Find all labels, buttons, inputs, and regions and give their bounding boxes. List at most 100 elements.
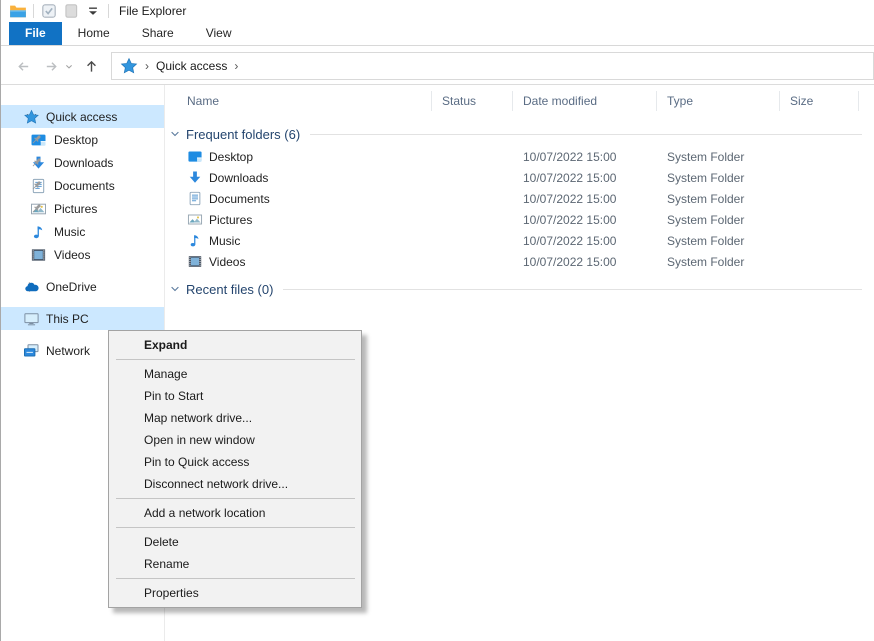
file-type: System Folder <box>657 150 780 164</box>
file-type: System Folder <box>657 234 780 248</box>
new-folder-qat-icon[interactable] <box>62 3 80 19</box>
titlebar: File Explorer <box>1 0 874 22</box>
sidebar-item-documents[interactable]: Documents <box>1 174 164 197</box>
file-row-music[interactable]: Music 10/07/2022 15:00System Folder <box>166 230 874 251</box>
properties-qat-icon[interactable] <box>40 3 58 19</box>
sidebar-item-desktop[interactable]: Desktop <box>1 128 164 151</box>
documents-icon <box>186 191 203 207</box>
file-name-cell: Documents <box>166 191 432 207</box>
file-name-cell: Music <box>166 233 432 249</box>
sidebar-item-label: Downloads <box>54 156 113 170</box>
file-name: Documents <box>209 192 270 206</box>
menu-item-manage[interactable]: Manage <box>109 363 361 385</box>
pictures-icon <box>186 212 203 228</box>
column-header-status[interactable]: Status <box>432 91 513 111</box>
tab-view[interactable]: View <box>190 22 248 45</box>
file-row-downloads[interactable]: Downloads10/07/2022 15:00System Folder <box>166 167 874 188</box>
column-headers: NameStatusDate modifiedTypeSize <box>166 85 874 117</box>
file-name: Desktop <box>209 150 253 164</box>
file-name-cell: Pictures <box>166 212 432 228</box>
pin-icon <box>30 179 43 192</box>
menu-separator <box>116 359 355 360</box>
quick-access-star-icon <box>23 109 40 125</box>
sidebar-item-this-pc[interactable]: This PC <box>1 307 164 330</box>
sidebar-item-label: This PC <box>46 312 89 326</box>
qat-customize-caret-icon[interactable] <box>84 3 102 19</box>
sidebar-item-label: Videos <box>54 248 90 262</box>
group-chevron-icon[interactable] <box>168 127 182 141</box>
file-row-documents[interactable]: Documents10/07/2022 15:00System Folder <box>166 188 874 209</box>
menu-item-delete[interactable]: Delete <box>109 531 361 553</box>
column-header-type[interactable]: Type <box>657 91 780 111</box>
file-row-desktop[interactable]: Desktop10/07/2022 15:00System Folder <box>166 146 874 167</box>
sidebar-item-onedrive[interactable]: OneDrive <box>1 275 164 298</box>
titlebar-separator <box>108 4 109 18</box>
breadcrumb-chevron-icon[interactable]: › <box>234 59 238 73</box>
videos-icon <box>186 254 203 270</box>
menu-item-expand[interactable]: Expand <box>109 334 361 356</box>
column-header-size[interactable]: Size <box>780 91 859 111</box>
group-title[interactable]: Recent files (0) <box>186 282 273 297</box>
dropdown-caret-icon[interactable] <box>63 56 75 76</box>
menu-item-open-in-new-window[interactable]: Open in new window <box>109 429 361 451</box>
sidebar-item-label: Quick access <box>46 110 117 124</box>
forward-arrow-icon[interactable] <box>41 56 61 76</box>
file-type: System Folder <box>657 213 780 227</box>
file-name-cell: Videos <box>166 254 432 270</box>
file-list: Frequent folders (6)Desktop10/07/2022 15… <box>166 124 874 299</box>
quick-access-star-icon <box>120 58 138 74</box>
sidebar-item-label: OneDrive <box>46 280 97 294</box>
menu-item-add-a-network-location[interactable]: Add a network location <box>109 502 361 524</box>
pin-icon <box>30 202 43 215</box>
menu-item-pin-to-start[interactable]: Pin to Start <box>109 385 361 407</box>
sidebar-item-label: Desktop <box>54 133 98 147</box>
network-icon <box>23 343 40 359</box>
group-chevron-icon[interactable] <box>168 282 182 296</box>
pin-icon <box>30 133 43 146</box>
menu-item-properties[interactable]: Properties <box>109 582 361 604</box>
file-date-modified: 10/07/2022 15:00 <box>513 192 657 206</box>
file-name: Music <box>209 234 240 248</box>
sidebar-item-downloads[interactable]: Downloads <box>1 151 164 174</box>
tab-home[interactable]: Home <box>62 22 126 45</box>
group-header-frequent-folders-6: Frequent folders (6) <box>168 124 862 144</box>
menu-item-disconnect-network-drive[interactable]: Disconnect network drive... <box>109 473 361 495</box>
downloads-icon <box>186 170 203 186</box>
sidebar-item-videos[interactable]: Videos <box>1 243 164 266</box>
up-arrow-icon[interactable] <box>81 56 101 76</box>
file-row-pictures[interactable]: Pictures10/07/2022 15:00System Folder <box>166 209 874 230</box>
tab-file[interactable]: File <box>9 22 62 45</box>
back-arrow-icon[interactable] <box>13 56 33 76</box>
menu-separator <box>116 498 355 499</box>
sidebar-item-quick-access[interactable]: Quick access <box>1 105 164 128</box>
navigation-bar: › Quick access › <box>1 47 874 85</box>
music-icon <box>30 224 47 240</box>
file-date-modified: 10/07/2022 15:00 <box>513 255 657 269</box>
file-row-videos[interactable]: Videos10/07/2022 15:00System Folder <box>166 251 874 272</box>
sidebar-item-pictures[interactable]: Pictures <box>1 197 164 220</box>
group-title[interactable]: Frequent folders (6) <box>186 127 300 142</box>
window-title: File Explorer <box>119 4 186 18</box>
file-name: Downloads <box>209 171 268 185</box>
menu-item-rename[interactable]: Rename <box>109 553 361 575</box>
ribbon-tab-bar: FileHomeShareView <box>1 22 874 46</box>
sidebar-item-music[interactable]: Music <box>1 220 164 243</box>
titlebar-separator <box>33 4 34 18</box>
address-bar[interactable]: › Quick access › <box>111 52 874 80</box>
file-name: Pictures <box>209 213 252 227</box>
group-header-line <box>283 289 862 290</box>
this-pc-icon <box>23 311 40 327</box>
onedrive-icon <box>23 279 40 295</box>
sidebar-item-label: Documents <box>54 179 115 193</box>
breadcrumb-chevron-icon[interactable]: › <box>145 59 149 73</box>
file-explorer-window: File Explorer FileHomeShareView › Quick … <box>0 0 874 641</box>
column-header-name[interactable]: Name <box>166 91 432 111</box>
tab-share[interactable]: Share <box>126 22 190 45</box>
breadcrumb-quick-access[interactable]: Quick access <box>156 59 227 73</box>
file-type: System Folder <box>657 171 780 185</box>
menu-item-map-network-drive[interactable]: Map network drive... <box>109 407 361 429</box>
menu-item-pin-to-quick-access[interactable]: Pin to Quick access <box>109 451 361 473</box>
column-header-date-modified[interactable]: Date modified <box>513 91 657 111</box>
file-date-modified: 10/07/2022 15:00 <box>513 234 657 248</box>
context-menu: Expand ManagePin to StartMap network driv… <box>108 330 362 608</box>
